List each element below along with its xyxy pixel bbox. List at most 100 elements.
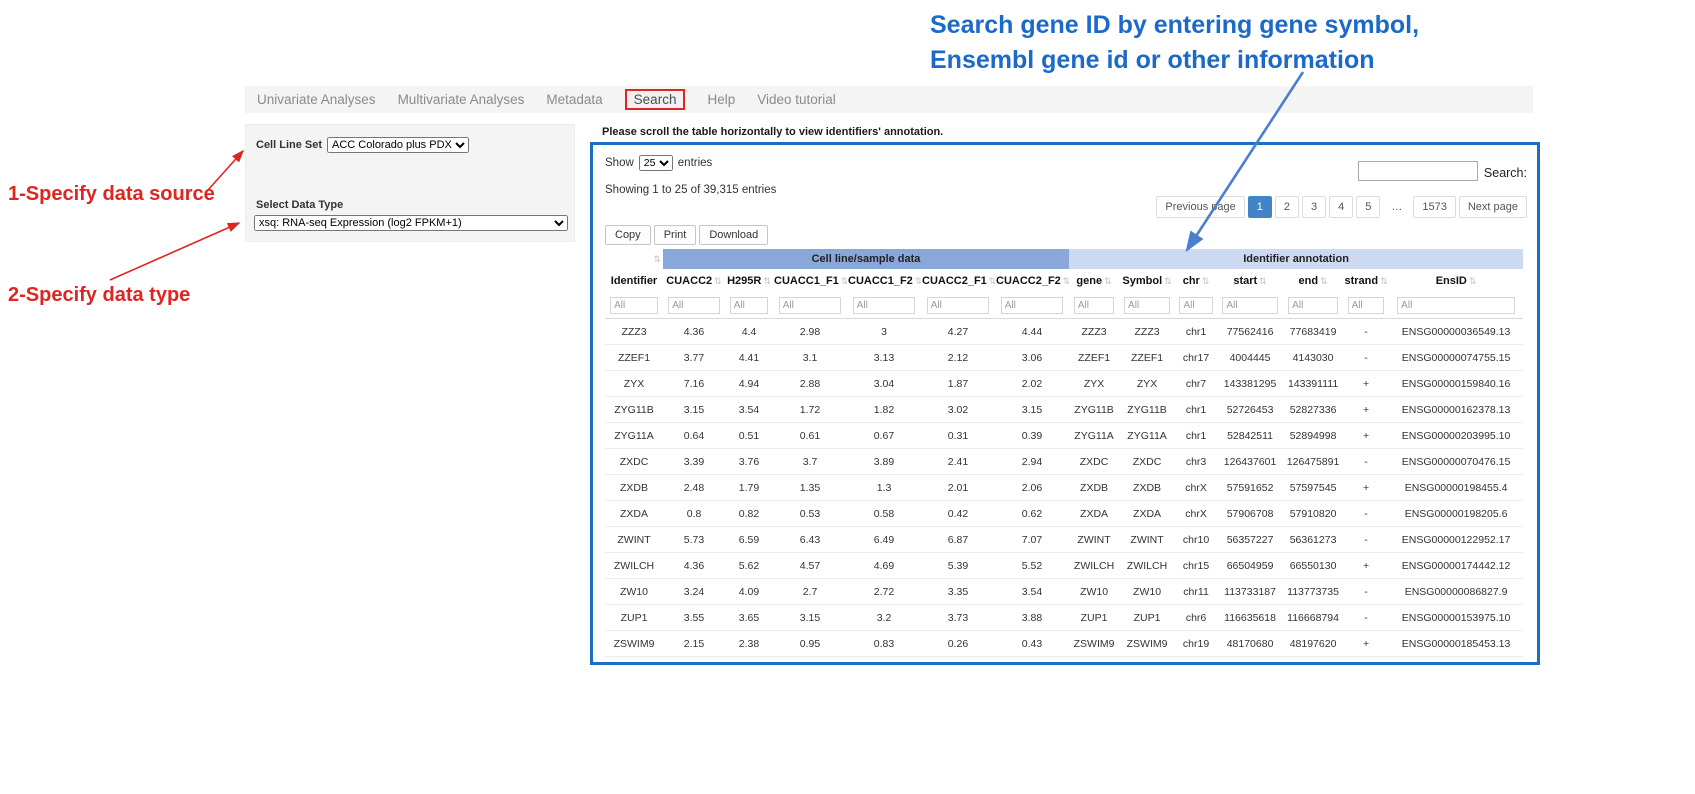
table-cell: 0.53 [773, 501, 847, 527]
table-cell: chr1 [1175, 319, 1217, 345]
nav-item-video-tutorial[interactable]: Video tutorial [757, 92, 836, 107]
table-cell: 0.51 [725, 423, 773, 449]
nav-item-metadata[interactable]: Metadata [546, 92, 602, 107]
filter-input-cuacc2[interactable] [668, 297, 720, 314]
table-row[interactable]: ZUP13.553.653.153.23.733.88ZUP1ZUP1chr61… [605, 605, 1523, 631]
filter-input-identifier[interactable] [610, 297, 658, 314]
table-cell: 77683419 [1283, 319, 1343, 345]
download-button[interactable]: Download [699, 225, 768, 245]
data-type-select[interactable]: xsq: RNA-seq Expression (log2 FPKM+1) [254, 215, 568, 231]
filter-input-cuacc1_f2[interactable] [853, 297, 916, 314]
sort-icon: ⇅ [1202, 276, 1210, 286]
filter-input-start[interactable] [1222, 297, 1277, 314]
table-cell: ZW10 [1069, 579, 1119, 605]
table-cell: 4.4 [725, 319, 773, 345]
page-button-2[interactable]: 2 [1275, 196, 1299, 218]
cell-line-set-select[interactable]: ACC Colorado plus PDX [327, 137, 469, 153]
table-cell: 1.87 [921, 371, 995, 397]
filter-input-cuacc2_f2[interactable] [1001, 297, 1064, 314]
column-header-end[interactable]: end⇅ [1283, 269, 1343, 293]
nav-item-search[interactable]: Search [625, 89, 686, 110]
sort-icon: ⇅ [714, 276, 722, 286]
column-label: strand [1344, 275, 1378, 287]
filter-cell [1343, 293, 1389, 319]
page-button-3[interactable]: 3 [1302, 196, 1326, 218]
table-cell: ENSG00000162378.13 [1389, 397, 1523, 423]
column-header-symbol[interactable]: Symbol⇅ [1119, 269, 1175, 293]
column-header-strand[interactable]: strand⇅ [1343, 269, 1389, 293]
page-button-5[interactable]: 5 [1356, 196, 1380, 218]
filter-input-end[interactable] [1288, 297, 1338, 314]
nav-item-univariate-analyses[interactable]: Univariate Analyses [257, 92, 376, 107]
column-header-start[interactable]: start⇅ [1217, 269, 1283, 293]
table-cell: - [1343, 527, 1389, 553]
table-cell: 126475891 [1283, 449, 1343, 475]
table-cell: 4.09 [725, 579, 773, 605]
table-cell: 0.43 [995, 631, 1069, 657]
column-header-cuacc1_f2[interactable]: CUACC1_F2⇅ [847, 269, 921, 293]
table-row[interactable]: ZXDB2.481.791.351.32.012.06ZXDBZXDBchrX5… [605, 475, 1523, 501]
filter-input-ensid[interactable] [1397, 297, 1515, 314]
column-header-cuacc2_f1[interactable]: CUACC2_F1⇅ [921, 269, 995, 293]
table-row[interactable]: ZZZ34.364.42.9834.274.44ZZZ3ZZZ3chr17756… [605, 319, 1523, 345]
column-header-ensid[interactable]: EnsID⇅ [1389, 269, 1523, 293]
nav-item-multivariate-analyses[interactable]: Multivariate Analyses [398, 92, 525, 107]
filter-input-cuacc1_f1[interactable] [779, 297, 842, 314]
page-button-1[interactable]: 1 [1248, 196, 1272, 218]
table-row[interactable]: ZYG11B3.153.541.721.823.023.15ZYG11BZYG1… [605, 397, 1523, 423]
filter-input-gene[interactable] [1074, 297, 1114, 314]
table-cell: 4143030 [1283, 345, 1343, 371]
table-row[interactable]: ZZEF13.774.413.13.132.123.06ZZEF1ZZEF1ch… [605, 345, 1523, 371]
table-cell: ZWILCH [1119, 553, 1175, 579]
column-header-h295r[interactable]: H295R⇅ [725, 269, 773, 293]
column-header-cuacc2[interactable]: CUACC2⇅ [663, 269, 725, 293]
table-cell: ZYG11B [1069, 397, 1119, 423]
table-cell: ENSG00000070476.15 [1389, 449, 1523, 475]
sort-icon: ⇅ [1469, 276, 1477, 286]
table-row[interactable]: ZXDC3.393.763.73.892.412.94ZXDCZXDCchr31… [605, 449, 1523, 475]
table-cell: 2.94 [995, 449, 1069, 475]
table-cell: 66550130 [1283, 553, 1343, 579]
table-row[interactable]: ZW103.244.092.72.723.353.54ZW10ZW10chr11… [605, 579, 1523, 605]
column-label: CUACC1_F1 [774, 275, 839, 287]
table-cell: 52894998 [1283, 423, 1343, 449]
page-button-4[interactable]: 4 [1329, 196, 1353, 218]
copy-button[interactable]: Copy [605, 225, 651, 245]
table-cell: 57906708 [1217, 501, 1283, 527]
table-row[interactable]: ZSWIM92.152.380.950.830.260.43ZSWIM9ZSWI… [605, 631, 1523, 657]
table-cell: 2.72 [847, 579, 921, 605]
table-row[interactable]: ZYX7.164.942.883.041.872.02ZYXZYXchr7143… [605, 371, 1523, 397]
previous-page-button[interactable]: Previous page [1156, 196, 1244, 218]
table-cell: 3.54 [995, 579, 1069, 605]
column-label: EnsID [1436, 275, 1467, 287]
table-search-input[interactable] [1358, 161, 1478, 181]
next-page-button[interactable]: Next page [1459, 196, 1527, 218]
table-cell: 1.79 [725, 475, 773, 501]
column-header-cuacc2_f2[interactable]: CUACC2_F2⇅ [995, 269, 1069, 293]
table-cell: ZUP1 [605, 605, 663, 631]
page-length-select[interactable]: 25 [639, 155, 673, 171]
table-row[interactable]: ZYG11A0.640.510.610.670.310.39ZYG11AZYG1… [605, 423, 1523, 449]
column-header-gene[interactable]: gene⇅ [1069, 269, 1119, 293]
table-search-control: Search: [1358, 161, 1527, 181]
identifier-sort-cell[interactable]: ⇅ [605, 249, 663, 269]
table-cell: 113733187 [1217, 579, 1283, 605]
page-button-1573[interactable]: 1573 [1413, 196, 1455, 218]
nav-item-help[interactable]: Help [707, 92, 735, 107]
filter-input-h295r[interactable] [730, 297, 769, 314]
table-row[interactable]: ZXDA0.80.820.530.580.420.62ZXDAZXDAchrX5… [605, 501, 1523, 527]
filter-input-strand[interactable] [1348, 297, 1385, 314]
search-instruction-line1: Search gene ID by entering gene symbol, [930, 8, 1490, 43]
column-header-cuacc1_f1[interactable]: CUACC1_F1⇅ [773, 269, 847, 293]
filter-cell [1389, 293, 1523, 319]
table-cell: 4004445 [1217, 345, 1283, 371]
filter-input-cuacc2_f1[interactable] [927, 297, 990, 314]
filter-input-chr[interactable] [1179, 297, 1212, 314]
table-row[interactable]: ZWINT5.736.596.436.496.877.07ZWINTZWINTc… [605, 527, 1523, 553]
filter-input-symbol[interactable] [1124, 297, 1170, 314]
table-cell: + [1343, 397, 1389, 423]
table-row[interactable]: ZWILCH4.365.624.574.695.395.52ZWILCHZWIL… [605, 553, 1523, 579]
column-header-identifier[interactable]: Identifier [605, 269, 663, 293]
print-button[interactable]: Print [654, 225, 697, 245]
column-header-chr[interactable]: chr⇅ [1175, 269, 1217, 293]
